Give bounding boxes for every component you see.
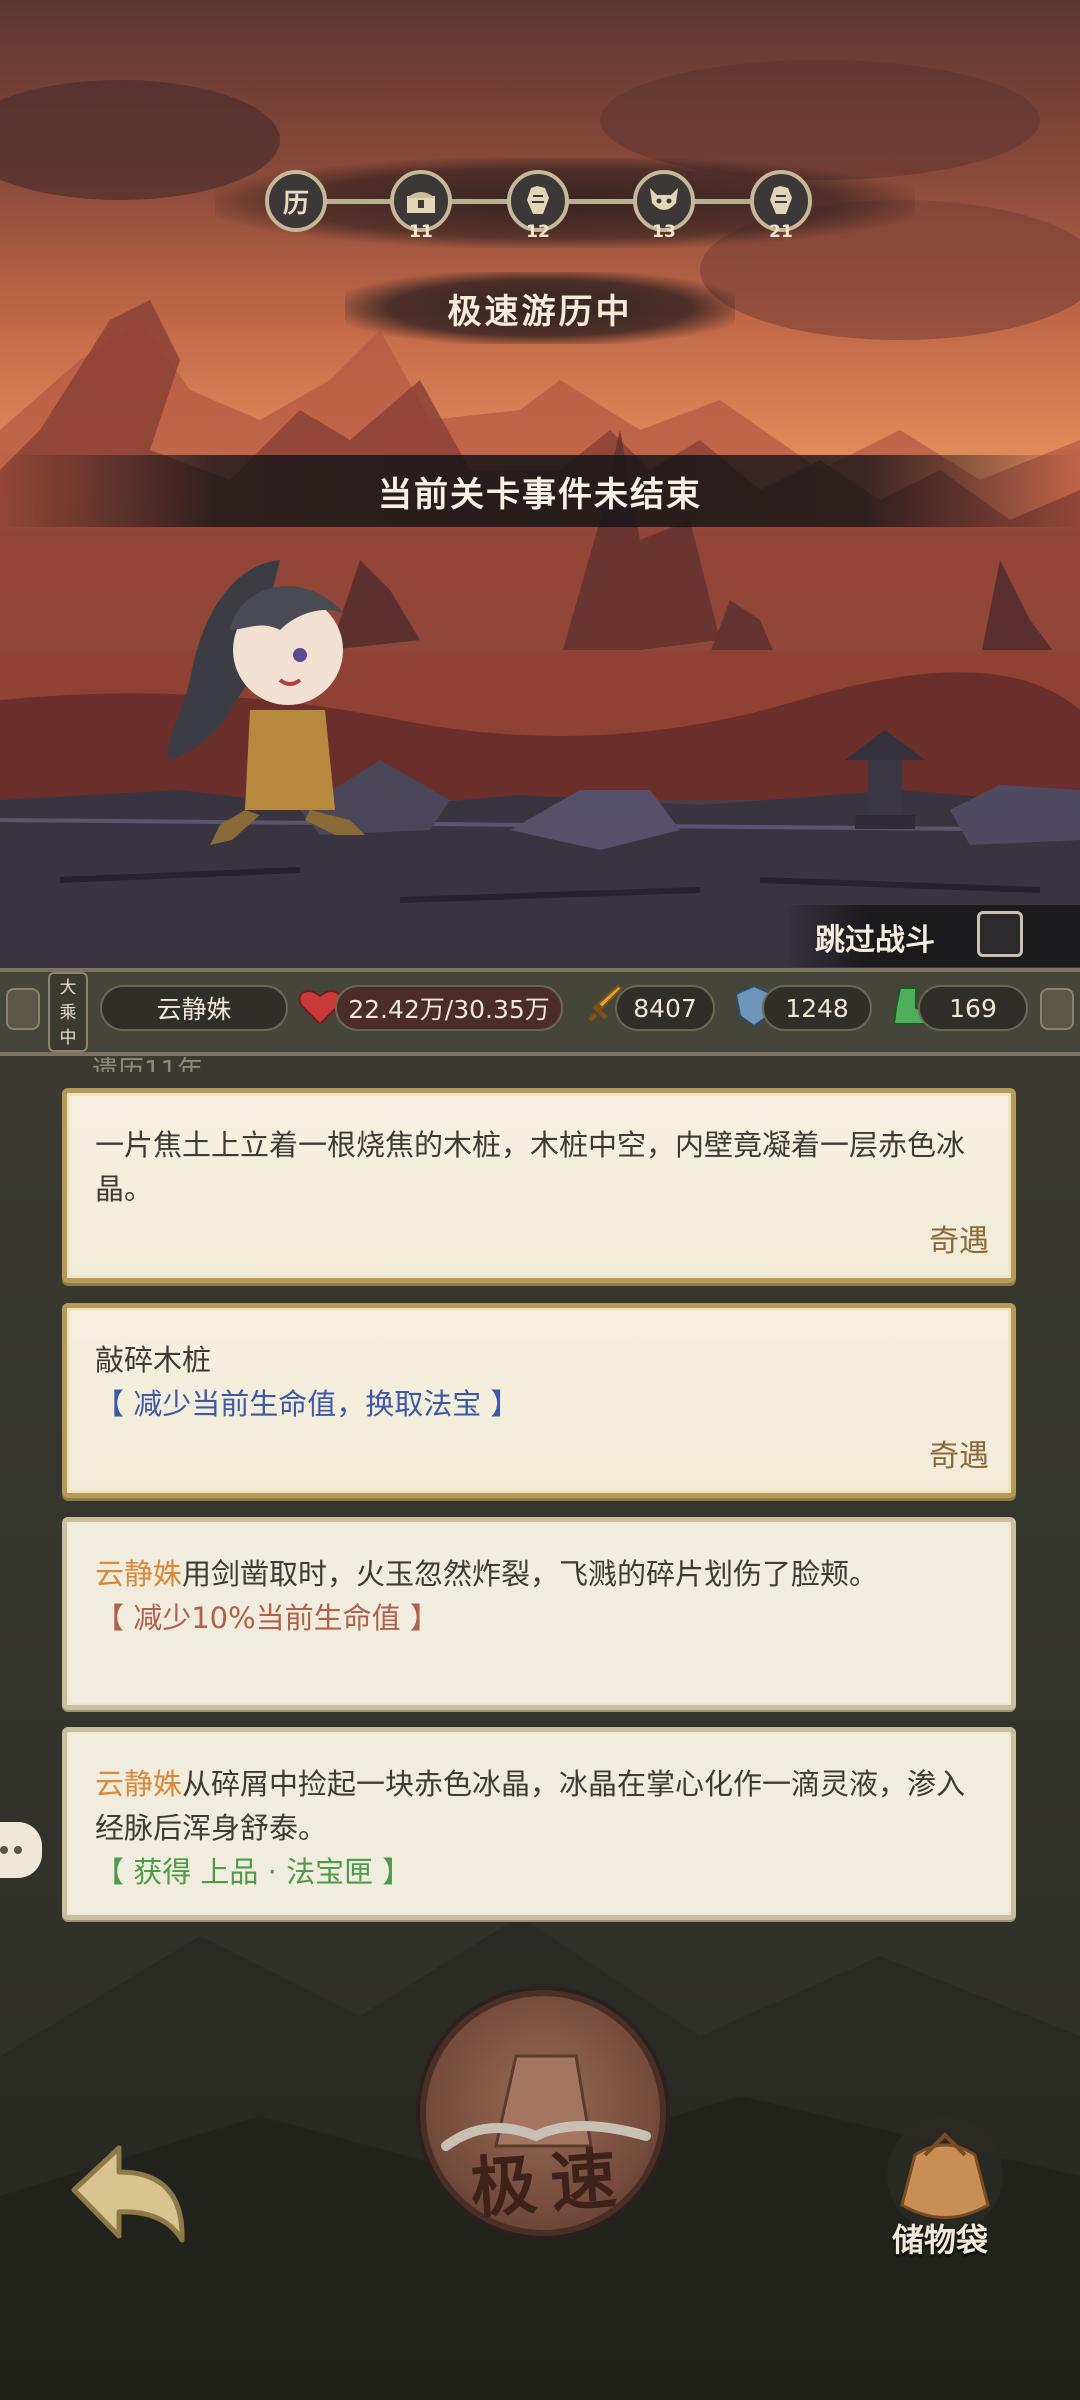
battle-scene: 历 11 12 13 21 极速游历中 当前关卡事件未结束 跳过战斗 [0,0,1080,975]
history-glyph: 历 [282,188,309,219]
chat-bubble-icon[interactable] [0,1822,42,1878]
result-sentence: 用剑凿取时，火玉忽然炸裂，飞溅的碎片划伤了脸颊。 [182,1557,879,1591]
hp-value: 22.42万/30.35万 [335,985,563,1031]
bar-end-ornament [6,988,40,1030]
damage-effect: 【 减少10%当前生命值 】 [95,1601,439,1635]
skip-battle-label[interactable]: 跳过战斗 [815,915,935,959]
result-text: 云静姝用剑凿取时，火玉忽然炸裂，飞溅的碎片划伤了脸颊。 [95,1552,983,1596]
stage-number: 21 [769,222,793,242]
event-type-tag: 奇遇 [929,1224,989,1259]
realm-badge: 大 乘 中 [48,972,88,1052]
realm-char: 乘 [59,1003,77,1023]
bar-end-ornament [1040,988,1074,1030]
skip-battle-checkbox[interactable] [977,911,1023,957]
speed-value: 169 [918,985,1028,1031]
event-notice: 当前关卡事件未结束 [0,455,1080,527]
storage-bag-label[interactable]: 储物袋 [892,2215,988,2261]
speed-mode-label: 极速 [467,2138,633,2228]
event-text: 一片焦土上立着一根烧焦的木桩，木桩中空，内壁竟凝着一层赤色冰晶。 [95,1128,966,1206]
stage-number: 12 [526,222,550,242]
defense-value: 1248 [762,985,872,1031]
realm-char: 大 [59,978,77,998]
stage-number: 13 [652,222,676,242]
progress-connector [320,199,400,204]
fist-glyph [770,186,792,214]
history-icon[interactable]: 历 [265,170,327,232]
demon-glyph [650,188,678,210]
chest-glyph [407,192,435,213]
character-name[interactable]: 云静姝 [100,985,288,1031]
result-text: 云静姝从碎屑中捡起一块赤色冰晶，冰晶在掌心化作一滴灵液，渗入经脉后浑身舒泰。 [95,1762,983,1850]
choice-title: 敲碎木桩 [95,1343,212,1377]
stage-number: 11 [409,222,433,242]
back-arrow-icon[interactable] [64,2140,194,2260]
fist-glyph [527,186,549,214]
character-name-text: 云静姝 [95,1767,183,1801]
realm-char: 中 [59,1028,77,1048]
result-card: 云静姝用剑凿取时，火玉忽然炸裂，飞溅的碎片划伤了脸颊。 【 减少10%当前生命值… [62,1517,1016,1710]
result-card: 云静姝从碎屑中捡起一块赤色冰晶，冰晶在掌心化作一滴灵液，渗入经脉后浑身舒泰。 【… [62,1727,1016,1920]
choice-effect: 【 减少当前生命值，换取法宝 】 [95,1387,520,1421]
event-card[interactable]: 一片焦土上立着一根烧焦的木桩，木桩中空，内壁竟凝着一层赤色冰晶。 奇遇 [62,1088,1016,1283]
log-year-header: 遗历11年 [92,1056,204,1072]
reward-effect: 【 获得 上品 · 法宝匣 】 [95,1855,412,1889]
speed-travel-title: 极速游历中 [345,272,735,344]
choice-card[interactable]: 敲碎木桩 【 减少当前生命值，换取法宝 】 奇遇 [62,1303,1016,1498]
event-type-tag: 奇遇 [929,1439,989,1474]
character-name-text: 云静姝 [95,1557,183,1591]
result-sentence: 从碎屑中捡起一块赤色冰晶，冰晶在掌心化作一滴灵液，渗入经脉后浑身舒泰。 [95,1767,966,1845]
attack-value: 8407 [615,985,715,1031]
